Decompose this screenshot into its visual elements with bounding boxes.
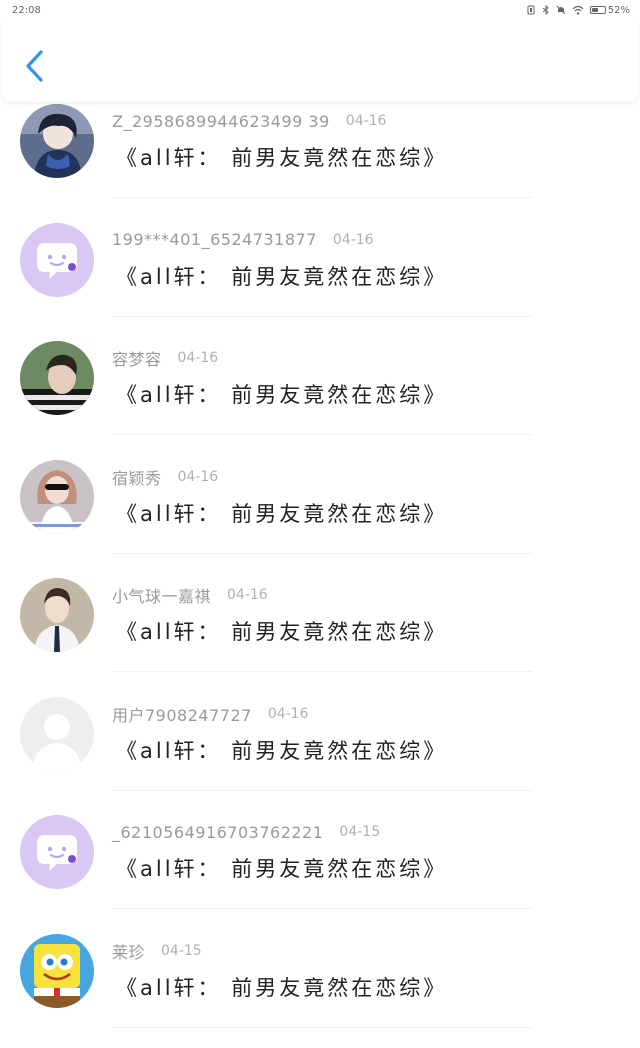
comment-item[interactable]: 用户7908247727 04-16 《all轩： 前男友竟然在恋综》 bbox=[0, 693, 640, 812]
back-button[interactable] bbox=[20, 48, 50, 84]
wifi-icon bbox=[572, 5, 584, 15]
comment-item[interactable]: 199***401_6524731877 04-16 《all轩： 前男友竟然在恋综… bbox=[0, 219, 640, 338]
mute-icon bbox=[556, 5, 566, 15]
username[interactable]: 宿颖秀 bbox=[112, 465, 162, 489]
comment-date: 04-15 bbox=[339, 824, 380, 840]
comment-meta: 莱珍 04-15 bbox=[112, 940, 202, 962]
comment-meta: 小气球一嘉祺 04-16 bbox=[112, 584, 268, 606]
comment-meta: 199***401_6524731877 04-16 bbox=[112, 229, 374, 251]
username[interactable]: _6210564916703762221 bbox=[112, 823, 323, 842]
divider bbox=[112, 790, 532, 791]
book-title[interactable]: 《all轩： 前男友竟然在恋综》 bbox=[116, 735, 447, 765]
book-title[interactable]: 《all轩： 前男友竟然在恋综》 bbox=[116, 498, 447, 528]
battery-indicator: 52% bbox=[590, 5, 630, 16]
divider bbox=[112, 553, 532, 554]
book-title[interactable]: 《all轩： 前男友竟然在恋综》 bbox=[116, 142, 447, 172]
avatar[interactable] bbox=[20, 460, 94, 534]
divider bbox=[112, 197, 532, 198]
comment-date: 04-16 bbox=[333, 232, 374, 248]
comment-date: 04-16 bbox=[346, 113, 387, 129]
comment-meta: 用户7908247727 04-16 bbox=[112, 703, 309, 725]
battery-icon bbox=[590, 6, 606, 14]
comment-date: 04-16 bbox=[268, 706, 309, 722]
username[interactable]: 用户7908247727 bbox=[112, 702, 252, 726]
username[interactable]: 小气球一嘉祺 bbox=[112, 583, 211, 607]
comment-date: 04-16 bbox=[227, 587, 268, 603]
comment-list: Z_2958689944623499 39 04-16 《all轩： 前男友竟然在恋… bbox=[0, 100, 640, 1048]
username[interactable]: 容梦容 bbox=[112, 346, 162, 370]
avatar[interactable] bbox=[20, 815, 94, 889]
comment-item[interactable]: 小气球一嘉祺 04-16 《all轩： 前男友竟然在恋综》 bbox=[0, 574, 640, 693]
comment-meta: _6210564916703762221 04-15 bbox=[112, 821, 380, 843]
avatar[interactable] bbox=[20, 223, 94, 297]
status-time: 22:08 bbox=[12, 5, 41, 16]
username[interactable]: 199***401_6524731877 bbox=[112, 230, 317, 249]
book-title[interactable]: 《all轩： 前男友竟然在恋综》 bbox=[116, 379, 447, 409]
book-title[interactable]: 《all轩： 前男友竟然在恋综》 bbox=[116, 853, 447, 883]
username[interactable]: Z_2958689944623499 39 bbox=[112, 112, 330, 131]
username[interactable]: 莱珍 bbox=[112, 939, 145, 963]
status-bar: 22:08 52% bbox=[0, 0, 640, 20]
book-title[interactable]: 《all轩： 前男友竟然在恋综》 bbox=[116, 261, 447, 291]
avatar[interactable] bbox=[20, 104, 94, 178]
comment-date: 04-16 bbox=[178, 469, 219, 485]
divider bbox=[112, 671, 532, 672]
vibrate-icon bbox=[526, 5, 536, 15]
avatar[interactable] bbox=[20, 341, 94, 415]
bluetooth-icon bbox=[542, 5, 550, 15]
avatar[interactable] bbox=[20, 578, 94, 652]
comment-meta: 容梦容 04-16 bbox=[112, 347, 218, 369]
top-nav-bar bbox=[2, 22, 638, 102]
comment-meta: Z_2958689944623499 39 04-16 bbox=[112, 110, 386, 132]
avatar[interactable] bbox=[20, 934, 94, 1008]
comment-item[interactable]: 宿颖秀 04-16 《all轩： 前男友竟然在恋综》 bbox=[0, 456, 640, 575]
chevron-left-icon bbox=[20, 48, 50, 84]
divider bbox=[112, 434, 532, 435]
divider bbox=[112, 1027, 532, 1028]
comment-date: 04-15 bbox=[161, 943, 202, 959]
comment-item[interactable]: 容梦容 04-16 《all轩： 前男友竟然在恋综》 bbox=[0, 337, 640, 456]
battery-percent: 52% bbox=[608, 5, 630, 16]
book-title[interactable]: 《all轩： 前男友竟然在恋综》 bbox=[116, 616, 447, 646]
divider bbox=[112, 316, 532, 317]
divider bbox=[112, 908, 532, 909]
book-title[interactable]: 《all轩： 前男友竟然在恋综》 bbox=[116, 972, 447, 1002]
avatar[interactable] bbox=[20, 697, 94, 771]
comment-item[interactable]: Z_2958689944623499 39 04-16 《all轩： 前男友竟然在恋… bbox=[0, 100, 640, 219]
status-icons: 52% bbox=[526, 5, 630, 16]
comment-item[interactable]: _6210564916703762221 04-15 《all轩： 前男友竟然在恋综… bbox=[0, 811, 640, 930]
comment-date: 04-16 bbox=[178, 350, 219, 366]
battery-fill bbox=[592, 8, 598, 12]
comment-meta: 宿颖秀 04-16 bbox=[112, 466, 218, 488]
comment-item[interactable]: 莱珍 04-15 《all轩： 前男友竟然在恋综》 bbox=[0, 930, 640, 1048]
